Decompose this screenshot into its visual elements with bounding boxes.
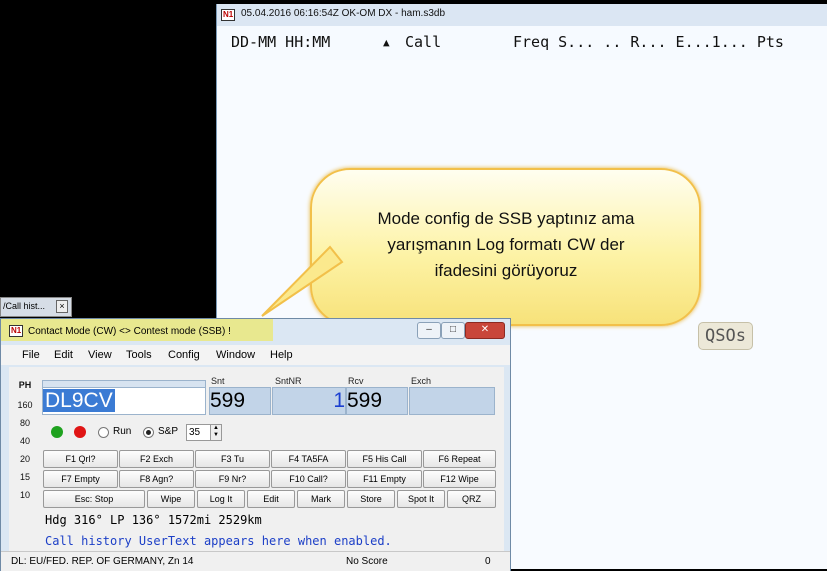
- rcv-label: Rcv: [348, 376, 364, 386]
- sntnr-label: SntNR: [275, 376, 302, 386]
- edit-button[interactable]: Edit: [247, 490, 295, 508]
- f5-button[interactable]: F5 His Call: [347, 450, 422, 468]
- status-country: DL: EU/FED. REP. OF GERMANY, Zn 14: [11, 556, 194, 567]
- run-label: Run: [113, 426, 132, 437]
- f2-button[interactable]: F2 Exch: [119, 450, 194, 468]
- f3-button[interactable]: F3 Tu: [195, 450, 270, 468]
- maximize-button[interactable]: □: [441, 322, 465, 339]
- f1-button[interactable]: F1 Qrl?: [43, 450, 118, 468]
- f8-button[interactable]: F8 Agn?: [119, 470, 194, 488]
- snt-label: Snt: [211, 376, 225, 386]
- exch-input[interactable]: [409, 387, 495, 415]
- f4-button[interactable]: F4 TA5FA: [271, 450, 346, 468]
- mark-button[interactable]: Mark: [297, 490, 345, 508]
- status-score: No Score: [346, 556, 388, 567]
- band-80[interactable]: 80: [14, 418, 36, 428]
- menu-view[interactable]: View: [88, 349, 112, 361]
- f10-button[interactable]: F10 Call?: [271, 470, 346, 488]
- f7-button[interactable]: F7 Empty: [43, 470, 118, 488]
- menu-file[interactable]: File: [22, 349, 40, 361]
- sp-label: S&P: [158, 426, 179, 437]
- band-40[interactable]: 40: [14, 436, 36, 446]
- close-button[interactable]: ✕: [465, 322, 505, 339]
- wipe-button[interactable]: Wipe: [147, 490, 195, 508]
- call-history-title: /Call hist...: [3, 301, 46, 311]
- user-info: Call history UserText appears here when …: [45, 534, 392, 548]
- f9-button[interactable]: F9 Nr?: [195, 470, 270, 488]
- band-mode-label: PH: [18, 380, 32, 390]
- menu-bar: File Edit View Tools Config Window Help: [1, 345, 510, 365]
- entry-title: Contact Mode (CW) <> Contest mode (SSB) …: [28, 326, 231, 337]
- speed-spinner[interactable]: 35: [186, 424, 212, 441]
- band-160[interactable]: 160: [14, 400, 36, 410]
- band-15[interactable]: 15: [14, 472, 36, 482]
- call-input[interactable]: DL9CV: [42, 387, 206, 415]
- run-radio[interactable]: [98, 427, 109, 438]
- band-20[interactable]: 20: [14, 454, 36, 464]
- sp-radio[interactable]: [143, 427, 154, 438]
- heading-info: Hdg 316° LP 136° 1572mi 2529km: [45, 513, 262, 527]
- spinner-arrows-icon[interactable]: ▲ ▼: [210, 424, 222, 441]
- store-button[interactable]: Store: [347, 490, 395, 508]
- log-it-button[interactable]: Log It: [197, 490, 245, 508]
- entry-panel: PH 160 80 40 20 15 10 Snt SntNR Rcv Exch…: [9, 367, 504, 567]
- band-10[interactable]: 10: [14, 490, 36, 500]
- menu-help[interactable]: Help: [270, 349, 293, 361]
- green-led-icon: [51, 426, 63, 438]
- menu-edit[interactable]: Edit: [54, 349, 73, 361]
- status-bar: DL: EU/FED. REP. OF GERMANY, Zn 14 No Sc…: [1, 551, 510, 571]
- spot-it-button[interactable]: Spot It: [397, 490, 445, 508]
- call-input-text: DL9CV: [43, 389, 115, 412]
- rcv-input[interactable]: 599: [346, 387, 408, 415]
- f12-button[interactable]: F12 Wipe: [423, 470, 496, 488]
- n1mm-logo-icon: N1: [9, 325, 24, 337]
- menu-config[interactable]: Config: [168, 349, 200, 361]
- sp-radio-dot: [146, 430, 151, 435]
- f11-button[interactable]: F11 Empty: [347, 470, 422, 488]
- qrz-button[interactable]: QRZ: [447, 490, 496, 508]
- menu-tools[interactable]: Tools: [126, 349, 152, 361]
- snt-input[interactable]: 599: [209, 387, 271, 415]
- minimize-button[interactable]: –: [417, 322, 441, 339]
- sntnr-input[interactable]: 1: [272, 387, 346, 415]
- entry-title-bar[interactable]: N1 Contact Mode (CW) <> Contest mode (SS…: [1, 319, 510, 345]
- menu-window[interactable]: Window: [216, 349, 255, 361]
- status-count: 0: [485, 556, 491, 567]
- f6-button[interactable]: F6 Repeat: [423, 450, 496, 468]
- exch-label: Exch: [411, 376, 432, 386]
- red-led-icon: [74, 426, 86, 438]
- close-icon[interactable]: ×: [56, 300, 68, 313]
- entry-window: N1 Contact Mode (CW) <> Contest mode (SS…: [0, 318, 511, 571]
- esc-stop-button[interactable]: Esc: Stop: [43, 490, 145, 508]
- call-history-window[interactable]: /Call hist... ×: [0, 297, 72, 317]
